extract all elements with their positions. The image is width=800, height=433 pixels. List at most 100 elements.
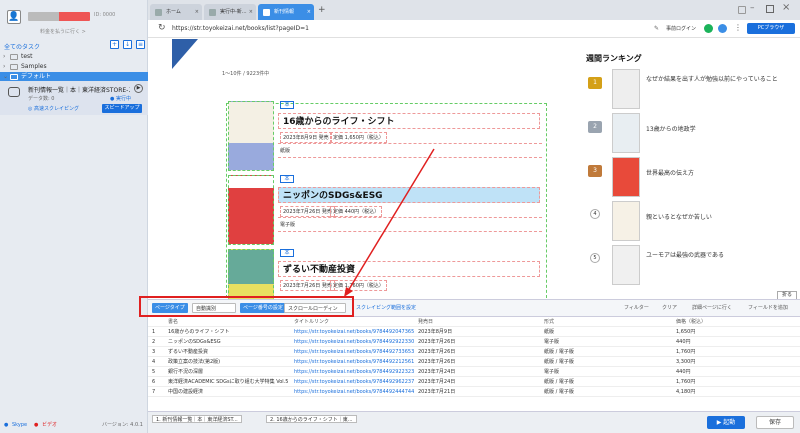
- table-row[interactable]: 5 銀行不況の深層 https://str.toyokeizai.net/books…: [148, 367, 800, 377]
- cloud-scrape-link[interactable]: ◎ 高速スクレイピング: [28, 105, 79, 112]
- sidebar-footer: ● Skype ● ビデオ バージョン: 4.0.1: [0, 418, 148, 433]
- annotation-highlight-box: [139, 296, 354, 317]
- table-cell: 16歳からのライフ・シフト: [168, 329, 230, 335]
- tab-label: 新刊情報: [274, 9, 295, 15]
- speedup-button[interactable]: スピードアップ: [102, 104, 142, 113]
- column-header[interactable]: 価格（税込）: [676, 317, 706, 327]
- skype-link[interactable]: Skype: [12, 418, 27, 433]
- table-cell: https://str.toyokeizai.net/books/9784492…: [294, 359, 414, 365]
- tab-running[interactable]: 実行中-新... ×: [204, 4, 256, 20]
- folder-item-test[interactable]: › test: [0, 52, 148, 62]
- favicon-icon: [263, 9, 270, 16]
- tab-label: 実行中-新...: [220, 9, 247, 15]
- table-cell: 東洋経済ACADEMIC SDGsに取り組む大学特集 Vol.5: [168, 379, 289, 385]
- window-icon[interactable]: [738, 6, 746, 14]
- table-cell: 2023年7月21日: [418, 389, 456, 395]
- folder-item-samples[interactable]: › Samples: [0, 62, 148, 72]
- play-icon[interactable]: ▶: [134, 84, 143, 93]
- table-row[interactable]: 1 16歳からのライフ・シフト https://str.toyokeizai.net…: [148, 327, 800, 337]
- add-field-button[interactable]: フィールドを追加: [748, 303, 788, 313]
- table-row[interactable]: 6 東洋経済ACADEMIC SDGsに取り組む大学特集 Vol.5 https:/…: [148, 377, 800, 387]
- filter-button[interactable]: フィルター: [624, 303, 649, 313]
- page-tab-1[interactable]: 1. 新刊情報一覧｜本｜東洋経済ST...: [152, 415, 242, 423]
- task-tree-header: 全てのタスク + ↓ ≡: [0, 40, 148, 51]
- table-header: 書名 タイトルリンク 発売日 形式 価格（税込）: [148, 317, 800, 327]
- sort-icon[interactable]: ≡: [136, 40, 145, 49]
- table-cell: https://str.toyokeizai.net/books/9784492…: [294, 339, 414, 345]
- table-cell: 銀行不況の深層: [168, 369, 204, 375]
- tab-new-books[interactable]: 新刊情報 ×: [258, 4, 314, 20]
- scrape-range-link[interactable]: スクレイピング範囲を設定: [356, 303, 416, 313]
- new-folder-icon[interactable]: +: [110, 40, 119, 49]
- pre-login-button[interactable]: 事前ログイン: [666, 25, 696, 32]
- tab-label: ホーム: [166, 9, 181, 15]
- all-tasks-title[interactable]: 全てのタスク: [4, 42, 40, 51]
- extension-icon[interactable]: [704, 24, 713, 33]
- table-cell: 440円: [676, 369, 691, 375]
- table-cell: 4,180円: [676, 389, 696, 395]
- account-panel[interactable]: 👤 ID: 0000 料金を払うに行く >: [4, 6, 144, 36]
- reload-icon[interactable]: ↻: [158, 23, 166, 33]
- maximize-icon[interactable]: [766, 5, 774, 13]
- close-icon[interactable]: ×: [249, 4, 253, 20]
- task-item[interactable]: 新刊情報一覧｜本｜東洋経済STORE-スク... ▶ データ数: 0 ● 実行中…: [0, 81, 148, 115]
- close-window-icon[interactable]: ×: [782, 2, 790, 13]
- table-row[interactable]: 3 ずるい不動産投資 https://str.toyokeizai.net/book…: [148, 347, 800, 357]
- edit-icon[interactable]: ✎: [654, 25, 659, 32]
- favicon-icon: [155, 9, 162, 16]
- close-icon[interactable]: ×: [195, 4, 199, 20]
- table-cell: 2023年7月26日: [418, 359, 456, 365]
- more-icon[interactable]: ⋮: [734, 23, 742, 32]
- table-cell: 紙版 / 電子版: [544, 359, 574, 365]
- row-index: 5: [152, 369, 156, 375]
- close-icon[interactable]: ×: [307, 4, 311, 20]
- table-cell: 1,760円: [676, 379, 696, 385]
- column-header[interactable]: 形式: [544, 317, 554, 327]
- import-icon[interactable]: ↓: [123, 40, 132, 49]
- version-label: バージョン: 4.0.1: [102, 422, 143, 428]
- row-index: 4: [152, 359, 156, 365]
- table-cell: 2023年7月26日: [418, 349, 456, 355]
- page-tab-2[interactable]: 2. 16歳からのライフ・シフト｜東...: [266, 415, 357, 423]
- chevron-right-icon[interactable]: ›: [3, 52, 5, 62]
- chevron-right-icon[interactable]: ›: [3, 62, 5, 72]
- skype-icon[interactable]: ●: [4, 418, 8, 433]
- web-page: 1〜10件 / 9223件中 本 16歳からのライフ・シフト 2023年8月9日…: [148, 39, 800, 299]
- avatar[interactable]: 👤: [7, 10, 21, 24]
- column-header[interactable]: 書名: [168, 317, 178, 327]
- column-header[interactable]: 発売日: [418, 317, 433, 327]
- folder-label: Samples: [21, 63, 47, 70]
- clear-button[interactable]: クリア: [662, 303, 677, 313]
- row-index: 3: [152, 349, 156, 355]
- video-link[interactable]: ビデオ: [42, 418, 57, 433]
- folder-label: test: [21, 53, 33, 60]
- table-cell: 紙版: [544, 329, 555, 335]
- table-cell: 3,300円: [676, 359, 696, 365]
- table-cell: 2023年7月24日: [418, 369, 456, 375]
- table-row[interactable]: 4 政策立案の技法(第2版) https://str.toyokeizai.net/…: [148, 357, 800, 367]
- table-cell: 2023年8月9日: [418, 329, 453, 335]
- row-index: 7: [152, 389, 156, 395]
- new-tab-button[interactable]: +: [318, 5, 326, 15]
- table-cell: 紙版 / 電子版: [544, 389, 574, 395]
- account-id: ID: 0000: [94, 12, 116, 18]
- video-icon[interactable]: ●: [34, 418, 38, 433]
- row-index: 6: [152, 379, 156, 385]
- sidebar: 👤 ID: 0000 料金を払うに行く > 全てのタスク + ↓ ≡ › tes…: [0, 0, 148, 433]
- table-cell: https://str.toyokeizai.net/books/9784492…: [294, 389, 414, 395]
- goto-detail-button[interactable]: 詳細ページに行く: [692, 303, 732, 313]
- table-cell: 中国の建設経済: [168, 389, 204, 395]
- account-icon[interactable]: [718, 24, 727, 33]
- table-cell: 電子版: [544, 339, 560, 345]
- table-row[interactable]: 7 中国の建設経済 https://str.toyokeizai.net/books…: [148, 387, 800, 397]
- url-field[interactable]: https://str.toyokeizai.net/books/list?pa…: [172, 25, 309, 32]
- pc-browser-dropdown[interactable]: PCブラウザ: [747, 23, 795, 34]
- task-title: 新刊情報一覧｜本｜東洋経済STORE-スク...: [28, 87, 130, 94]
- save-button[interactable]: 保存: [756, 416, 794, 429]
- minimize-icon[interactable]: –: [750, 3, 755, 13]
- start-button[interactable]: ▶ 起動: [707, 416, 745, 429]
- table-row[interactable]: 2 ニッポンのSDGs&ESG https://str.toyokeizai.net…: [148, 337, 800, 347]
- column-header[interactable]: タイトルリンク: [294, 317, 329, 327]
- billing-link[interactable]: 料金を払うに行く >: [40, 28, 86, 35]
- tab-home[interactable]: ホーム ×: [150, 4, 202, 20]
